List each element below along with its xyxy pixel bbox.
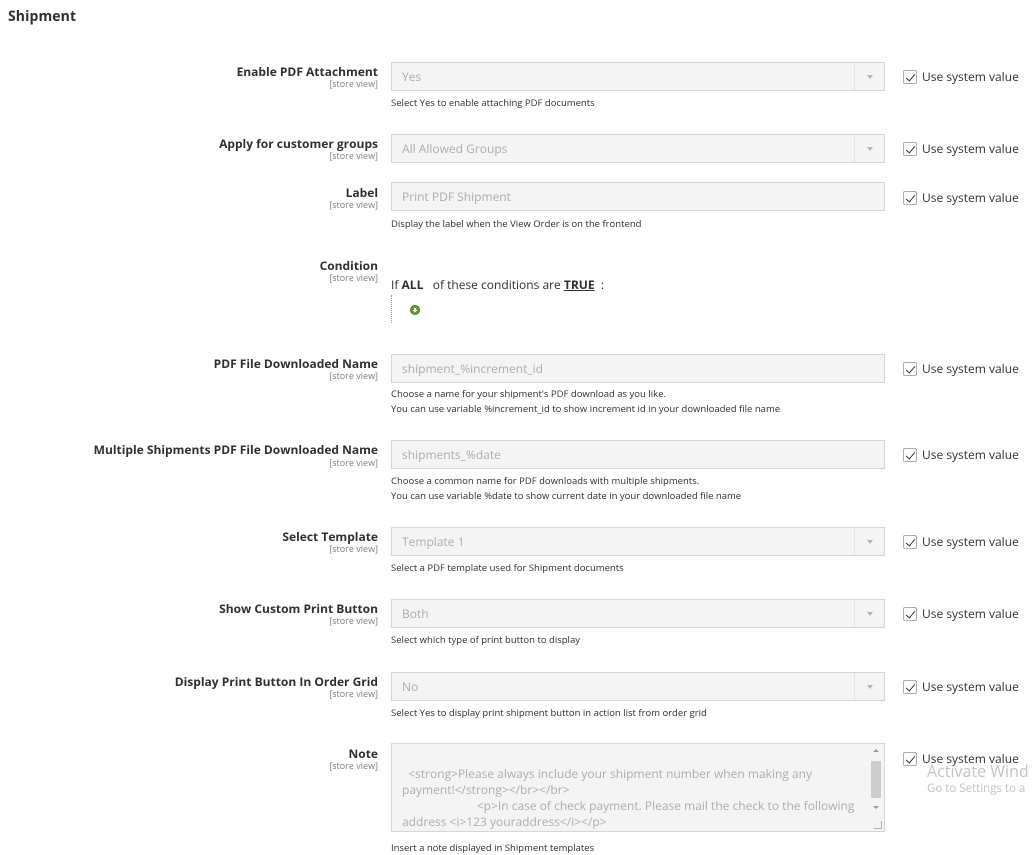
customer-groups-value: All Allowed Groups	[402, 140, 508, 157]
scope-label: [store view]	[329, 456, 378, 469]
custom-print-button-note: Select which type of print button to dis…	[391, 633, 580, 646]
scope-label: [store view]	[329, 759, 378, 772]
label-input-placeholder: Print PDF Shipment	[402, 188, 511, 205]
section-title: Shipment	[8, 7, 77, 26]
condition-value[interactable]: TRUE	[564, 276, 595, 293]
checkbox-checked-icon	[903, 752, 917, 766]
pdf-file-name-input[interactable]: shipment_%increment_id	[391, 354, 885, 383]
chevron-down-icon	[854, 63, 884, 90]
template-select[interactable]: Template 1	[391, 527, 885, 556]
condition-aggregator[interactable]: ALL	[402, 276, 424, 293]
use-system-value-checkbox[interactable]: Use system value	[903, 141, 1019, 157]
checkbox-checked-icon	[903, 142, 917, 156]
scroll-up-icon[interactable]	[873, 749, 879, 752]
use-system-value-label: Use system value	[922, 678, 1019, 695]
use-system-value-checkbox[interactable]: Use system value	[903, 361, 1019, 377]
use-system-value-label: Use system value	[922, 360, 1019, 377]
print-in-grid-note: Select Yes to display print shipment but…	[391, 706, 707, 719]
multi-pdf-file-name-note-1: Choose a common name for PDF downloads w…	[391, 474, 700, 487]
use-system-value-checkbox[interactable]: Use system value	[903, 679, 1019, 695]
use-system-value-checkbox[interactable]: Use system value	[903, 190, 1019, 206]
resize-grip-icon[interactable]	[874, 821, 882, 829]
scope-label: [store view]	[329, 369, 378, 382]
print-in-grid-value: No	[402, 678, 419, 695]
custom-print-button-value: Both	[402, 605, 429, 622]
chevron-down-icon	[854, 600, 884, 627]
scope-label: [store view]	[329, 271, 378, 284]
scope-label: [store view]	[329, 614, 378, 627]
checkbox-checked-icon	[903, 362, 917, 376]
note-textarea-value: <strong>Please always include your shipm…	[402, 765, 855, 832]
use-system-value-checkbox[interactable]: Use system value	[903, 534, 1019, 550]
customer-groups-select[interactable]: All Allowed Groups	[391, 134, 885, 163]
enable-pdf-note: Select Yes to enable attaching PDF docum…	[391, 96, 595, 109]
enable-pdf-value: Yes	[402, 68, 422, 85]
scroll-thumb[interactable]	[871, 761, 881, 798]
multi-pdf-file-name-input[interactable]: shipments_%date	[391, 440, 885, 469]
use-system-value-label: Use system value	[922, 140, 1019, 157]
label-input[interactable]: Print PDF Shipment	[391, 182, 885, 211]
scope-label: [store view]	[329, 77, 378, 90]
condition-rule: If ALL of these conditions are TRUE :	[391, 276, 604, 293]
note-textarea[interactable]: <strong>Please always include your shipm…	[391, 743, 885, 832]
checkbox-checked-icon	[903, 535, 917, 549]
chevron-down-icon	[854, 528, 884, 555]
chevron-down-icon	[854, 135, 884, 162]
note-field-note: Insert a note displayed in Shipment temp…	[391, 841, 595, 854]
chevron-down-icon	[854, 673, 884, 700]
print-in-grid-select[interactable]: No	[391, 672, 885, 701]
condition-prefix: If	[391, 276, 399, 293]
template-note: Select a PDF template used for Shipment …	[391, 561, 624, 574]
scope-label: [store view]	[329, 149, 378, 162]
use-system-value-label: Use system value	[922, 605, 1019, 622]
checkbox-checked-icon	[903, 70, 917, 84]
checkbox-checked-icon	[903, 191, 917, 205]
template-value: Template 1	[402, 533, 465, 550]
label-note: Display the label when the View Order is…	[391, 217, 642, 230]
multi-pdf-file-name-note-2: You can use variable %date to show curre…	[391, 489, 742, 502]
pdf-file-name-note-2: You can use variable %increment_id to sh…	[391, 402, 781, 415]
use-system-value-label: Use system value	[922, 68, 1019, 85]
use-system-value-checkbox[interactable]: Use system value	[903, 447, 1019, 463]
multi-pdf-file-name-placeholder: shipments_%date	[402, 446, 501, 463]
add-condition-icon[interactable]	[410, 305, 420, 315]
use-system-value-label: Use system value	[922, 189, 1019, 206]
checkbox-checked-icon	[903, 680, 917, 694]
custom-print-button-select[interactable]: Both	[391, 599, 885, 628]
scope-label: [store view]	[329, 687, 378, 700]
use-system-value-label: Use system value	[922, 446, 1019, 463]
scope-label: [store view]	[329, 542, 378, 555]
use-system-value-label: Use system value	[922, 533, 1019, 550]
checkbox-checked-icon	[903, 448, 917, 462]
activation-watermark-title: Activate Wind	[927, 760, 1029, 782]
use-system-value-checkbox[interactable]: Use system value	[903, 606, 1019, 622]
textarea-scrollbar[interactable]	[870, 746, 882, 826]
pdf-file-name-placeholder: shipment_%increment_id	[402, 360, 543, 377]
scope-label: [store view]	[329, 198, 378, 211]
condition-tree-line	[391, 295, 392, 323]
scroll-down-icon[interactable]	[873, 806, 879, 809]
checkbox-checked-icon	[903, 607, 917, 621]
use-system-value-checkbox[interactable]: Use system value	[903, 69, 1019, 85]
activation-watermark-subtitle: Go to Settings to a	[927, 781, 1026, 796]
condition-suffix: :	[600, 276, 604, 293]
enable-pdf-select[interactable]: Yes	[391, 62, 885, 91]
pdf-file-name-note-1: Choose a name for your shipment's PDF do…	[391, 387, 666, 400]
condition-middle: of these conditions are	[432, 276, 561, 293]
